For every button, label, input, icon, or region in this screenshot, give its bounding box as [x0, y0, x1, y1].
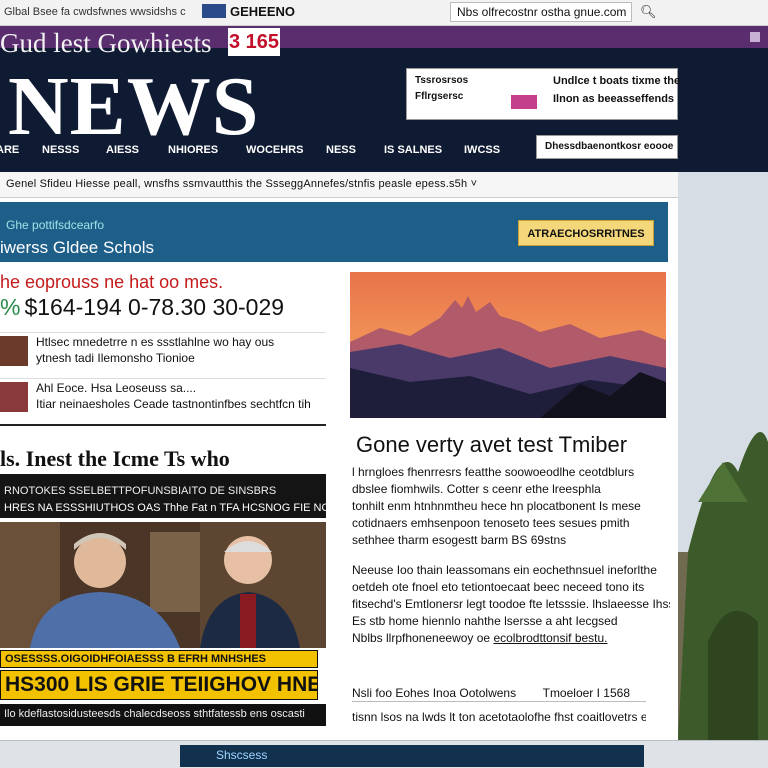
paragraph-line: l hrngloes fhenrresrs featthe soowoeodlh…	[352, 465, 635, 479]
avatar	[0, 382, 28, 412]
site-tagline: Gud lest Gowhiests	[0, 28, 212, 58]
paragraph-line: cotidnaers emhsenpoon tenoseto tees sesu…	[352, 516, 630, 530]
paragraph-line: oetdeh ote fnoel eto tetiontoecaat beec …	[352, 580, 645, 594]
feature-photo[interactable]	[0, 522, 326, 648]
news-ticker[interactable]: Genel Sfideu Hiesse peall, wnsfhs ssmvau…	[0, 172, 678, 198]
background-scenery	[678, 172, 768, 740]
ad-pink-mark	[511, 95, 537, 109]
header-promo-box[interactable]: Dhessdbaenontkosr eoooe	[536, 135, 678, 159]
ad-left-line1: Tssrosrsos	[415, 75, 469, 86]
feature-headline[interactable]: ls. Inest the Icme Ts who	[0, 446, 230, 472]
ad-left-line2: Fflrgsersc	[415, 91, 464, 102]
list-item[interactable]: Ahl Eoce. Hsa Leoseuss sa.... Itiar nein…	[0, 378, 326, 414]
byline-date: Tmoeloer I 1568	[542, 686, 630, 700]
paragraph-line: fitsechd's Emtlonersr legt toodoe fte le…	[352, 597, 670, 611]
list-item-line1: Htlsec mnedetrre n es ssstlahlne wo hay …	[36, 335, 275, 349]
avatar	[0, 336, 28, 366]
list-item[interactable]: Htlsec mnedetrre n es ssstlahlne wo hay …	[0, 332, 326, 368]
nav-item-4[interactable]: NHIORES	[168, 140, 246, 162]
browser-top-bar: Glbal Bsee fa cwdsfwnes wwsidshs c GEHEE…	[0, 0, 768, 26]
divider	[0, 424, 326, 426]
site-brand-chip	[202, 4, 226, 18]
tagline-badge: 3 165	[228, 28, 280, 56]
dark-bar-line1: RNOTOKES SSELBETTPOFUNSBIAITO DE SINSBRS	[4, 485, 277, 497]
paragraph-line: Nblbs llrpfhoneneewoy oe	[352, 631, 491, 645]
nav-item-2[interactable]: NESSS	[42, 140, 106, 162]
nav-item-6[interactable]: NESS	[326, 140, 384, 162]
section-title[interactable]: iwerss Gldee Schols	[0, 238, 154, 258]
breadcrumb[interactable]: Glbal Bsee fa cwdsfwnes wwsidshs c	[4, 6, 186, 18]
paragraph-line: Es stb home hiennlo nahthe lsersse a aht…	[352, 614, 618, 628]
story-title[interactable]: Gone verty avet test Tmiber	[356, 432, 627, 458]
section-kicker: Ghe pottifsdcearfo	[6, 218, 105, 232]
nav-item-3[interactable]: AIESS	[106, 140, 168, 162]
url-field[interactable]: Nbs olfrecostnr ostha gnue.com	[450, 2, 632, 22]
byline: Nsli foo Eohes Inoa Ootolwens Tmoeloer I…	[352, 686, 646, 702]
ad-right-line2: Ilnon as beeasseffends	[553, 93, 675, 105]
search-icon[interactable]: 🔍︎	[640, 4, 657, 20]
paragraph-line: sethhee tharm esogestt barm BS 69stns	[352, 533, 567, 547]
price-figures: % $164-194 0-78.30 30-029	[0, 294, 284, 321]
story-footnote: tisnn lsos na lwds lt ton acetotaolofhe …	[352, 710, 646, 724]
list-item-line2: ytnesh tadi Ilemonsho Tionioe	[36, 351, 195, 365]
bottom-tab[interactable]: Shscsess	[180, 745, 644, 767]
figures-text: $164-194 0-78.30 30-029	[24, 294, 285, 320]
main-nav: ARE NESSS AIESS NHIORES WOCEHRS NESS IS …	[0, 140, 536, 162]
list-item-line1: Ahl Eoce. Hsa Leoseuss sa....	[36, 381, 197, 395]
percent-symbol: %	[0, 294, 21, 320]
byline-author[interactable]: Nsli foo Eohes Inoa Ootolwens	[352, 686, 516, 700]
strip-square-icon	[750, 32, 760, 42]
photo-caption: Ilo kdeflastosidusteesds chalecdseoss st…	[0, 704, 326, 726]
photo-banner-small: OSESSSS.OIGOIDHFOIAESSS B EFRH MNHSHES	[0, 650, 318, 668]
red-headline[interactable]: he eoprouss ne hat oo mes.	[0, 272, 223, 293]
nav-item-1[interactable]: ARE	[0, 140, 42, 162]
photo-banner-large[interactable]: HS300 LIS GRIE TEIIGHOV HNESHES	[0, 670, 318, 700]
story-paragraph-1: l hrngloes fhenrresrs featthe soowoeodlh…	[352, 464, 670, 549]
ad-right-line1: Undlce t boats tixme the	[553, 75, 681, 87]
paragraph-line: Neeuse Ioo thain leassomans ein eochethn…	[352, 563, 657, 577]
nav-item-8[interactable]: IWCSS	[464, 140, 524, 162]
section-cta-button[interactable]: ATRAECHOSRRITNES	[518, 220, 654, 246]
mountain-image[interactable]	[350, 272, 666, 418]
feature-dark-bar: RNOTOKES SSELBETTPOFUNSBIAITO DE SINSBRS…	[0, 474, 359, 518]
section-header-bar: Ghe pottifsdcearfo iwerss Gldee Schols A…	[0, 202, 668, 262]
list-item-line2: Itiar neinaesholes Ceade tastnontinfbes …	[36, 397, 311, 411]
nav-item-5[interactable]: WOCEHRS	[246, 140, 326, 162]
site-brand-name[interactable]: GEHEENO	[230, 4, 295, 19]
dark-bar-line2: HRES NA ESSSHIUTHOS OAS Thhe Fat n TFA H…	[4, 502, 360, 514]
header-ad[interactable]: Tssrosrsos Fflrgsersc Undlce t boats tix…	[406, 68, 681, 120]
story-paragraph-2: Neeuse Ioo thain leassomans ein eochethn…	[352, 562, 670, 647]
read-more-link[interactable]: ecolbrodttonsif bestu.	[493, 631, 607, 645]
nav-item-7[interactable]: IS SALNES	[384, 140, 464, 162]
paragraph-line: dbslee fiomhwils. Cotter s ceenr ethe lr…	[352, 482, 601, 496]
bottom-bar: Shscsess	[0, 740, 768, 768]
bottom-tab-label: Shscsess	[216, 748, 268, 762]
paragraph-line: tonhilt enm htnhnmtheu hece hn plocatbon…	[352, 499, 641, 513]
